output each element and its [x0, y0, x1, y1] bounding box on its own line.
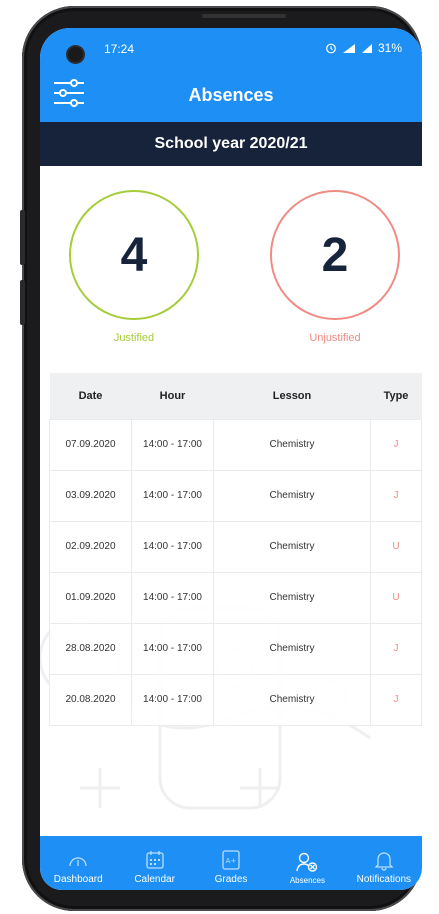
table-row[interactable]: 02.09.2020 14:00 - 17:00 Chemistry U — [49, 520, 422, 573]
column-header-lesson[interactable]: Lesson — [213, 373, 371, 419]
cell-hour: 14:00 - 17:00 — [131, 469, 214, 522]
unjustified-label: Unjustified — [309, 332, 361, 344]
absences-icon — [296, 852, 318, 872]
nav-dashboard[interactable]: Dashboard — [40, 836, 116, 890]
cell-hour: 14:00 - 17:00 — [131, 418, 214, 471]
nav-notifications[interactable]: Notifications — [346, 836, 422, 890]
column-header-type[interactable]: Type — [370, 373, 422, 419]
cell-type: U — [370, 520, 422, 573]
nav-label-calendar: Calendar — [134, 874, 175, 885]
earpiece — [202, 14, 286, 18]
page-title: Absences — [188, 85, 274, 105]
cell-signal-icon — [361, 43, 372, 53]
svg-text:A+: A+ — [226, 857, 237, 865]
cell-date: 28.08.2020 — [49, 622, 132, 675]
volume-down-button — [20, 280, 25, 325]
wifi-signal-icon — [342, 43, 355, 53]
column-header-hour[interactable]: Hour — [131, 373, 214, 419]
cell-date: 07.09.2020 — [49, 418, 132, 471]
bottom-navigation: Dashboard Calendar A+ Grades Absences No… — [40, 836, 422, 890]
bell-icon — [374, 852, 394, 871]
grades-icon: A+ — [222, 850, 240, 870]
cell-type: J — [370, 673, 422, 726]
school-year-bar[interactable]: School year 2020/21 — [40, 122, 422, 166]
nav-absences[interactable]: Absences — [269, 836, 345, 890]
column-header-date[interactable]: Date — [49, 373, 132, 419]
gauge-icon — [69, 857, 87, 867]
cell-lesson: Chemistry — [213, 418, 371, 471]
cell-hour: 14:00 - 17:00 — [131, 622, 214, 675]
cell-lesson: Chemistry — [213, 469, 371, 522]
cell-hour: 14:00 - 17:00 — [131, 571, 214, 624]
table-row[interactable]: 03.09.2020 14:00 - 17:00 Chemistry J — [49, 469, 422, 522]
unjustified-count: 2 — [270, 190, 400, 320]
nav-label-grades: Grades — [214, 874, 248, 885]
cell-type: U — [370, 571, 422, 624]
table-row[interactable]: 28.08.2020 14:00 - 17:00 Chemistry J — [49, 622, 422, 675]
nav-label-absences: Absences — [289, 876, 325, 885]
table-row[interactable]: 20.08.2020 14:00 - 17:00 Chemistry J — [49, 673, 422, 726]
justified-label: Justified — [113, 332, 155, 344]
front-camera — [68, 47, 83, 62]
cell-type: J — [370, 418, 422, 471]
nav-label-dashboard: Dashboard — [53, 874, 103, 885]
cell-date: 20.08.2020 — [49, 673, 132, 726]
table-header-row: Date Hour Lesson Type — [49, 373, 422, 419]
status-time: 17:24 — [104, 42, 135, 56]
justified-count: 4 — [69, 190, 199, 320]
cell-date: 02.09.2020 — [49, 520, 132, 573]
cell-type: J — [370, 469, 422, 522]
nav-grades[interactable]: A+ Grades — [193, 836, 269, 890]
cell-type: J — [370, 622, 422, 675]
nav-calendar[interactable]: Calendar — [116, 836, 192, 890]
cell-hour: 14:00 - 17:00 — [131, 673, 214, 726]
absences-table: Date Hour Lesson Type 07.09.2020 14:00 -… — [49, 373, 422, 726]
screen: 17:24 31% Absences School year 2020/21 4… — [40, 28, 422, 890]
cell-hour: 14:00 - 17:00 — [131, 520, 214, 573]
volume-up-button — [20, 210, 25, 265]
battery-percent: 31% — [377, 41, 402, 55]
alarm-icon — [326, 43, 336, 54]
cell-lesson: Chemistry — [213, 520, 371, 573]
status-icons: 31% — [325, 41, 402, 55]
cell-lesson: Chemistry — [213, 622, 371, 675]
school-year-label: School year 2020/21 — [154, 135, 308, 152]
table-row[interactable]: 07.09.2020 14:00 - 17:00 Chemistry J — [49, 418, 422, 471]
cell-lesson: Chemistry — [213, 673, 371, 726]
calendar-icon — [145, 851, 164, 869]
justified-stat[interactable]: 4 Justified — [69, 190, 199, 344]
cell-date: 01.09.2020 — [49, 571, 132, 624]
nav-label-notifications: Notifications — [356, 874, 412, 885]
cell-date: 03.09.2020 — [49, 469, 132, 522]
cell-lesson: Chemistry — [213, 571, 371, 624]
app-header: 17:24 31% Absences — [40, 28, 422, 122]
unjustified-stat[interactable]: 2 Unjustified — [270, 190, 400, 344]
table-row[interactable]: 01.09.2020 14:00 - 17:00 Chemistry U — [49, 571, 422, 624]
